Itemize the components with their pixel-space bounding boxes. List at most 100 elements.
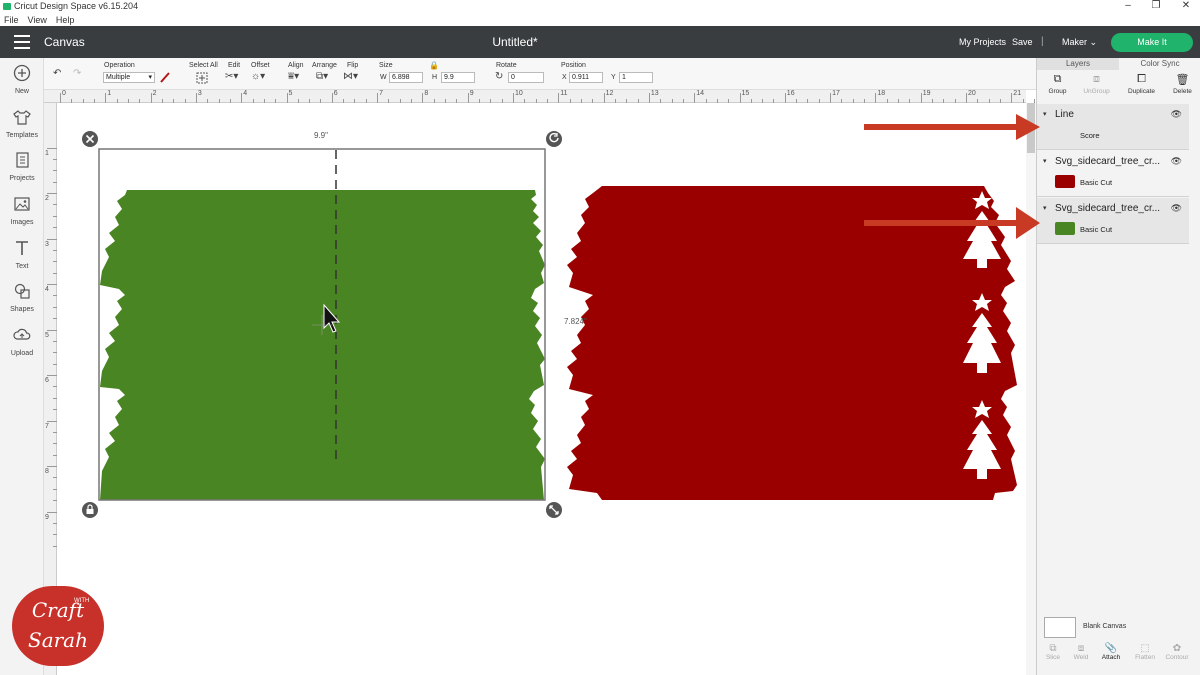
delete-button[interactable]: 🗑 Delete <box>1162 73 1200 95</box>
resize-handle-icon[interactable] <box>546 502 562 518</box>
tab-layers[interactable]: Layers <box>1037 58 1119 70</box>
ruler-tick <box>1011 93 1013 103</box>
slice-label: Slice <box>1045 654 1061 661</box>
ruler-number: 8 <box>424 90 429 97</box>
caret-down-icon[interactable]: ▾ <box>1043 157 1047 165</box>
ruler-tick <box>47 329 57 331</box>
lock-icon[interactable]: 🔒 <box>429 61 439 70</box>
menu-help[interactable]: Help <box>56 15 75 25</box>
layer-item[interactable]: ▾ Svg_sidecard_tree_cr... 👁 Basic Cut <box>1037 151 1189 197</box>
height-value: 9.9 <box>444 74 454 81</box>
menu-view[interactable]: View <box>28 15 47 25</box>
slice-button[interactable]: ⧉ Slice <box>1038 643 1068 661</box>
weld-button[interactable]: ⧈ Weld <box>1066 643 1096 661</box>
offset-icon[interactable]: ☼▾ <box>251 71 265 82</box>
shapes-tool[interactable]: Shapes <box>0 282 44 314</box>
ruler-number: 7 <box>45 422 49 430</box>
make-it-button[interactable]: Make It <box>1111 33 1193 52</box>
ruler-tick <box>47 466 57 467</box>
eye-icon[interactable]: 👁 <box>1171 203 1182 214</box>
duplicate-button[interactable]: ⧠ Duplicate <box>1121 73 1162 95</box>
ruler-tick <box>286 93 288 103</box>
arrange-label: Arrange <box>312 62 337 69</box>
y-position-input[interactable]: 1 <box>619 72 653 83</box>
duplicate-icon: ⧠ <box>1137 73 1146 85</box>
text-tool[interactable]: Text <box>0 239 44 271</box>
ruler-tick <box>241 93 243 103</box>
attach-button[interactable]: 📎 Attach <box>1096 643 1126 661</box>
group-label: Group <box>1048 88 1067 95</box>
redo-icon[interactable]: ↷ <box>73 68 81 79</box>
machine-select[interactable]: Maker ⌄ <box>1062 37 1097 48</box>
annotation-arrow-green-layer <box>864 207 1040 239</box>
projects-icon <box>16 152 29 168</box>
upload-tool[interactable]: Upload <box>0 326 44 358</box>
design-canvas[interactable]: 9.9" 7.824" <box>57 103 1026 675</box>
lock-handle-icon[interactable] <box>82 502 98 518</box>
edit-toolbar: ↶ ↷ Operation Multiple ▾ Select All Edit … <box>44 58 1036 90</box>
ungroup-icon: ⧈ <box>1093 73 1100 85</box>
layer-item[interactable]: ▾ Line 👁 Score <box>1037 104 1189 150</box>
tab-color-sync[interactable]: Color Sync <box>1119 58 1200 70</box>
plus-circle-icon <box>13 64 31 82</box>
layer-operation: Basic Cut <box>1080 225 1113 234</box>
close-window-icon[interactable]: ✕ <box>1176 0 1196 11</box>
pen-color-icon[interactable] <box>159 71 171 83</box>
ruler-number: 11 <box>560 90 568 97</box>
ungroup-button[interactable]: ⧈ UnGroup <box>1076 73 1117 95</box>
my-projects-link[interactable]: My Projects <box>959 37 1006 47</box>
contour-button[interactable]: ✿ Contour <box>1162 643 1192 661</box>
ruler-tick <box>195 93 197 103</box>
width-input[interactable]: 6.898 <box>389 72 423 83</box>
left-toolbar: New Templates Projects Images Text Shape… <box>0 58 44 675</box>
align-icon[interactable]: ⩸▾ <box>288 71 299 82</box>
image-icon <box>14 197 30 211</box>
ruler-tick <box>920 93 922 103</box>
ruler-number: 8 <box>45 468 49 475</box>
rotate-input[interactable]: 0 <box>508 72 544 83</box>
align-label: Align <box>288 62 304 69</box>
craft-with-sarah-logo: Craft WITH Sarah <box>12 586 104 666</box>
scissors-icon[interactable]: ✂▾ <box>225 71 238 82</box>
annotation-arrow-line-layer <box>864 114 1040 140</box>
new-tool[interactable]: New <box>0 64 44 96</box>
ruler-tick <box>47 147 57 149</box>
arrange-icon[interactable]: ⧉▾ <box>316 71 328 82</box>
rotate-label: Rotate <box>496 62 517 69</box>
delete-handle-icon[interactable] <box>82 131 98 147</box>
undo-icon[interactable]: ↶ <box>53 68 61 79</box>
x-position-input[interactable]: 0.911 <box>569 72 603 83</box>
layer-color-swatch[interactable] <box>1055 222 1075 235</box>
minimize-icon[interactable]: – <box>1118 0 1138 11</box>
layer-item[interactable]: ▾ Svg_sidecard_tree_cr... 👁 Basic Cut <box>1037 198 1189 244</box>
restore-icon[interactable]: ❐ <box>1146 0 1166 11</box>
images-tool[interactable]: Images <box>0 195 44 227</box>
shapes-icon <box>14 283 30 299</box>
paperclip-icon: 📎 <box>1104 643 1118 654</box>
slice-icon: ⧉ <box>1049 643 1057 654</box>
select-all-icon[interactable] <box>196 72 208 84</box>
templates-tool[interactable]: Templates <box>0 108 44 140</box>
layer-color-swatch[interactable] <box>1055 175 1075 188</box>
ruler-tick <box>603 93 605 103</box>
x-label: X <box>562 74 567 81</box>
projects-tool[interactable]: Projects <box>0 151 44 183</box>
projects-label: Projects <box>9 175 35 182</box>
ruler-tick <box>784 93 786 103</box>
eye-icon[interactable]: 👁 <box>1171 156 1182 167</box>
flatten-button[interactable]: ⬚ Flatten <box>1130 643 1160 661</box>
height-input[interactable]: 9.9 <box>441 72 475 83</box>
rotate-handle-icon[interactable] <box>546 131 562 147</box>
eye-icon[interactable]: 👁 <box>1171 109 1182 120</box>
group-button[interactable]: ⧉ Group <box>1037 73 1078 95</box>
new-label: New <box>14 88 29 95</box>
ruler-number: 21 <box>1013 90 1022 97</box>
menu-file[interactable]: File <box>4 15 19 25</box>
canvas-vertical-scrollbar[interactable] <box>1026 103 1036 675</box>
blank-canvas-swatch[interactable] <box>1044 617 1076 638</box>
save-button[interactable]: Save <box>1012 37 1033 47</box>
operation-select[interactable]: Multiple ▾ <box>103 72 155 83</box>
ruler-tick <box>830 93 832 103</box>
green-card-shape[interactable] <box>100 190 545 500</box>
flip-icon[interactable]: ⋈▾ <box>343 71 358 82</box>
